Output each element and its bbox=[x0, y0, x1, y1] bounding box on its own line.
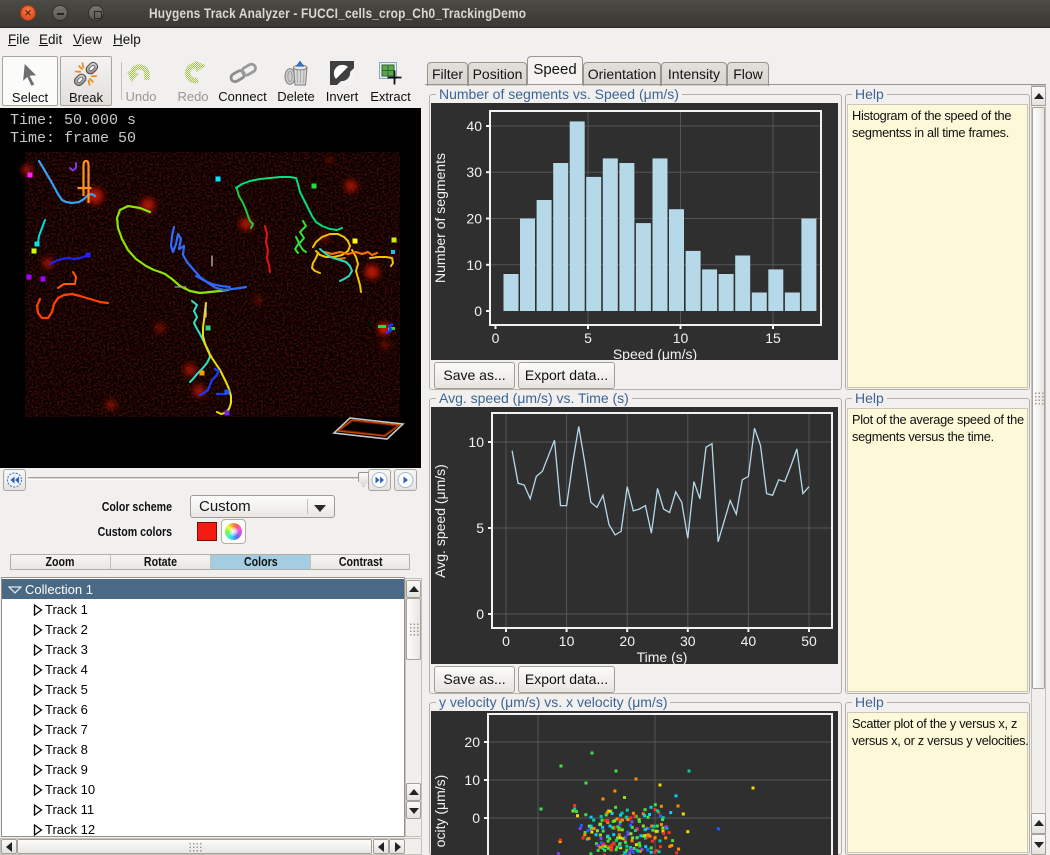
svg-text:20: 20 bbox=[619, 633, 635, 649]
svg-text:0: 0 bbox=[492, 330, 500, 346]
svg-text:10: 10 bbox=[559, 633, 575, 649]
svg-text:10: 10 bbox=[468, 434, 484, 450]
svg-text:0: 0 bbox=[476, 606, 484, 622]
svg-text:0: 0 bbox=[502, 633, 510, 649]
svg-text:5: 5 bbox=[476, 520, 484, 536]
svg-text:30: 30 bbox=[680, 633, 696, 649]
svg-text:30: 30 bbox=[466, 164, 482, 180]
svg-text:10: 10 bbox=[466, 257, 482, 273]
svg-text:10: 10 bbox=[464, 772, 480, 788]
svg-text:ocity (μm/s): ocity (μm/s) bbox=[432, 775, 448, 848]
svg-text:Time (s): Time (s) bbox=[637, 649, 688, 664]
svg-text:Time: 50.000 s: Time: 50.000 s bbox=[10, 112, 136, 129]
svg-text:40: 40 bbox=[741, 633, 757, 649]
svg-text:15: 15 bbox=[765, 330, 781, 346]
svg-text:20: 20 bbox=[466, 211, 482, 227]
svg-text:Time: frame 50: Time: frame 50 bbox=[10, 130, 136, 147]
svg-text:Speed (μm/s): Speed (μm/s) bbox=[613, 346, 697, 360]
svg-text:0: 0 bbox=[474, 303, 482, 319]
svg-text:40: 40 bbox=[466, 118, 482, 134]
svg-text:Avg. speed (μm/s): Avg. speed (μm/s) bbox=[432, 464, 448, 578]
svg-text:10: 10 bbox=[673, 330, 689, 346]
svg-text:0: 0 bbox=[472, 810, 480, 826]
svg-text:50: 50 bbox=[801, 633, 817, 649]
svg-text:Number of segments: Number of segments bbox=[432, 153, 448, 283]
svg-text:20: 20 bbox=[464, 734, 480, 750]
svg-text:5: 5 bbox=[584, 330, 592, 346]
